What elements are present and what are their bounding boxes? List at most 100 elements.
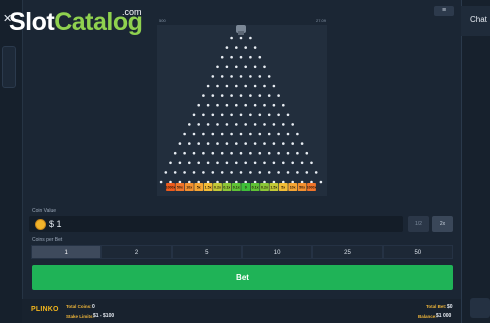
peg [305, 171, 309, 174]
peg [286, 171, 290, 174]
balance-value: $1 000 [436, 313, 452, 319]
peg [235, 142, 238, 145]
peg [206, 180, 210, 184]
double-button[interactable]: 2x [432, 216, 453, 232]
peg [253, 65, 257, 69]
peg [211, 75, 215, 78]
peg [286, 151, 290, 155]
peg [249, 94, 252, 97]
peg [206, 84, 210, 88]
peg [216, 103, 219, 107]
peg [267, 132, 271, 136]
peg [235, 46, 238, 49]
chat-bottom-button[interactable] [470, 298, 490, 318]
peg [263, 65, 266, 69]
peg [235, 84, 238, 88]
multiplier-label: 5x [281, 186, 285, 190]
peg [202, 132, 205, 136]
coin-value-input[interactable] [29, 216, 403, 232]
peg [192, 151, 196, 155]
peg [235, 180, 238, 184]
peg [253, 142, 257, 145]
peg [220, 132, 224, 136]
peg [249, 151, 252, 155]
peg [220, 171, 224, 174]
coins-option-5[interactable]: 5 [171, 245, 242, 259]
peg [239, 36, 243, 40]
peg [206, 103, 210, 107]
peg [183, 151, 186, 155]
peg [192, 171, 196, 174]
peg [230, 94, 233, 97]
coins-option-10[interactable]: 10 [241, 245, 313, 259]
balance-label: Balance: [418, 314, 437, 319]
total-bet-label: Total Bet: [426, 304, 447, 309]
peg [258, 171, 262, 174]
left-rail [0, 0, 23, 323]
peg [230, 171, 233, 174]
peg [272, 142, 276, 145]
peg [197, 161, 200, 165]
plinko-logo: PLINKO [31, 306, 59, 313]
peg [258, 94, 262, 97]
coins-option-50[interactable]: 50 [382, 245, 453, 259]
peg [291, 180, 294, 184]
coin-icon [35, 219, 46, 230]
peg [225, 84, 229, 88]
peg [282, 123, 285, 126]
multiplier-label: 5x [197, 186, 201, 190]
bet-button[interactable]: Bet [32, 265, 453, 290]
peg [277, 94, 280, 97]
half-button[interactable]: 1/2 [408, 216, 429, 232]
peg [178, 161, 182, 165]
peg [230, 75, 233, 78]
peg [230, 151, 233, 155]
peg [159, 180, 163, 184]
menu-button[interactable]: ≡ [434, 6, 454, 16]
coin-value-text: $ 1 [49, 219, 62, 229]
peg [216, 161, 219, 165]
peg [291, 123, 294, 126]
peg [319, 180, 323, 184]
multiplier-label: 0.2x [261, 186, 268, 190]
peg [253, 123, 257, 126]
peg [244, 161, 247, 165]
peg [220, 55, 224, 59]
peg [282, 180, 285, 184]
peg [244, 103, 247, 107]
peg [225, 123, 229, 126]
peg [277, 113, 280, 117]
peg [202, 94, 205, 97]
peg [197, 123, 200, 126]
peg [192, 132, 196, 136]
watermark-slot: Slot [9, 8, 55, 36]
left-rail-tab[interactable] [2, 46, 16, 88]
coins-option-2[interactable]: 2 [101, 245, 172, 259]
peg [310, 161, 313, 165]
peg [305, 151, 309, 155]
peg [249, 113, 252, 117]
peg [263, 103, 266, 107]
peg [239, 113, 243, 117]
coins-option-1[interactable]: 1 [31, 245, 102, 259]
peg [188, 142, 191, 145]
peg [183, 132, 186, 136]
peg [211, 171, 215, 174]
peg [286, 132, 290, 136]
chat-tab[interactable]: Chat [461, 6, 490, 36]
peg [235, 123, 238, 126]
peg [206, 142, 210, 145]
peg [164, 171, 168, 174]
multiplier-label: 0.1x [252, 186, 259, 190]
peg [277, 171, 280, 174]
peg [267, 75, 271, 78]
coins-option-25[interactable]: 25 [312, 245, 383, 259]
peg [253, 180, 257, 184]
peg [267, 171, 271, 174]
peg [272, 103, 276, 107]
peg [249, 55, 252, 59]
peg [282, 161, 285, 165]
peg [211, 132, 215, 136]
peg [253, 84, 257, 88]
peg [188, 180, 191, 184]
